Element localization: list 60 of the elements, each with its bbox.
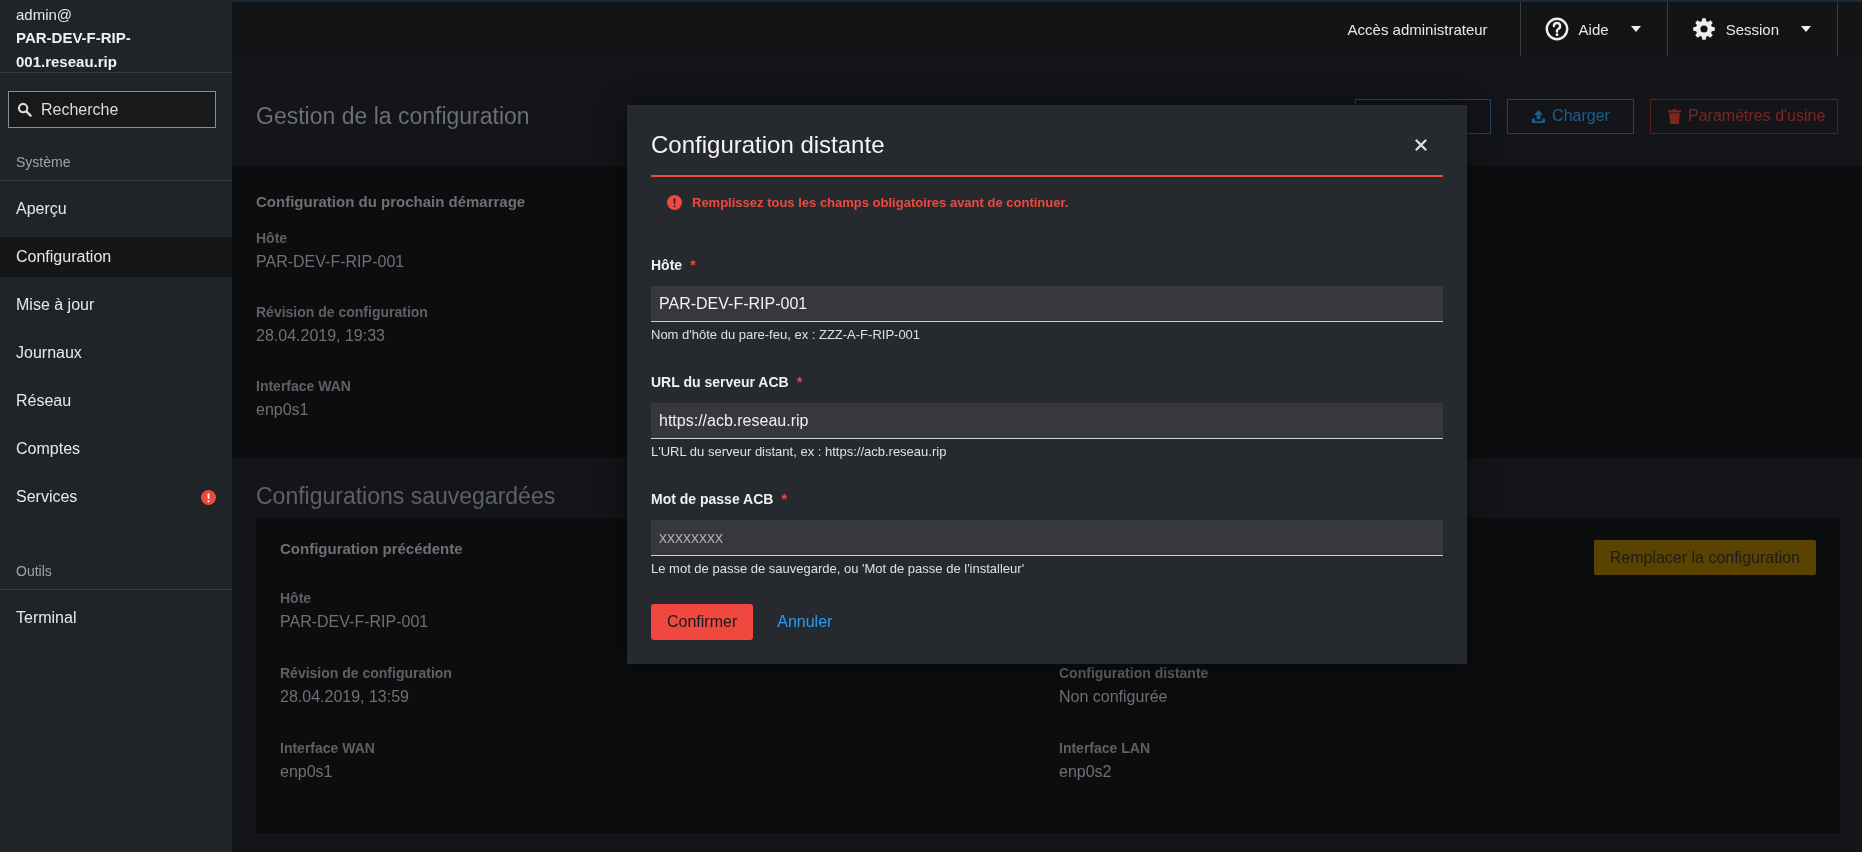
field-value: enp0s1 <box>256 400 309 420</box>
sidebar-item[interactable]: Réseau <box>0 381 232 421</box>
field-value: 28.04.2019, 19:33 <box>256 326 385 346</box>
required-mark: * <box>796 374 803 390</box>
confirm-button[interactable]: Confirmer <box>651 604 754 640</box>
input-field[interactable]: xxxxxxxx <box>651 520 1443 556</box>
cancel-link[interactable]: Annuler <box>777 613 833 631</box>
field-label: Interface LAN <box>1059 739 1151 758</box>
field-label: Révision de configuration <box>256 303 428 322</box>
upload-icon <box>1531 108 1547 124</box>
field-value: 28.04.2019, 13:59 <box>280 687 409 707</box>
field-label: Hôte <box>256 229 288 248</box>
card-title: Configuration précédente <box>280 540 463 557</box>
field-label: Interface WAN <box>280 739 375 758</box>
sidebar-item[interactable]: Mise à jour <box>0 285 232 325</box>
input-field[interactable]: PAR-DEV-F-RIP-001 <box>651 286 1443 322</box>
field-value: enp0s1 <box>280 762 333 782</box>
sidebar-item[interactable]: Aperçu <box>0 189 232 229</box>
required-mark: * <box>781 491 787 507</box>
close-icon[interactable] <box>1415 139 1427 151</box>
sidebar-item[interactable]: Services <box>0 477 232 517</box>
input-field[interactable]: https://acb.reseau.rip <box>651 403 1443 439</box>
caret-icon <box>1630 26 1641 32</box>
trash-icon <box>1667 108 1682 124</box>
help-icon <box>1544 17 1569 41</box>
field-value: PAR-DEV-F-RIP-001 <box>256 252 405 272</box>
sidebar-item[interactable]: Configuration <box>0 237 232 277</box>
admin-access-link[interactable]: Accès administrateur <box>1347 2 1521 56</box>
field-label: Mot de passe ACB <box>651 491 774 507</box>
field-label: Hôte <box>651 257 683 273</box>
field-label: Interface WAN <box>256 377 351 396</box>
error-message: Remplissez tous les champs obligatoires avant de continuer. <box>692 195 1069 210</box>
field-hint: Le mot de passe de sauvegarde, ou 'Mot de passe de l'installeur' <box>651 561 1026 576</box>
sidebar-item[interactable]: Terminal <box>0 598 232 638</box>
section-title: Configurations sauvegardées <box>256 483 556 510</box>
sidebar-item[interactable]: Comptes <box>0 429 232 469</box>
field-label: Hôte <box>280 589 312 608</box>
field-label: Configuration distante <box>1059 664 1209 683</box>
gear-icon <box>1691 17 1716 41</box>
alert-icon <box>201 489 216 505</box>
dialog-title: Configuration distante <box>651 131 885 159</box>
panel-title: Configuration du prochain démarrage <box>256 193 526 210</box>
field-value: enp0s2 <box>1059 762 1112 782</box>
field-hint: L'URL du serveur distant, ex : https://acb.reseau.rip <box>651 444 948 459</box>
menu-button[interactable]: Session <box>1667 2 1838 56</box>
search-field[interactable]: Recherche <box>8 91 216 128</box>
sidebar-item[interactable]: Journaux <box>0 333 232 373</box>
section-title: Outils <box>0 537 232 590</box>
field-value: Non configurée <box>1059 687 1168 707</box>
required-mark: * <box>690 257 696 273</box>
host-name: PAR-DEV-F-RIP-001.reseau.rip <box>16 28 132 72</box>
user-name: admin@ <box>16 5 74 25</box>
error-icon <box>667 195 682 210</box>
field-label: URL du serveur ACB <box>651 374 789 390</box>
caret-icon <box>1801 26 1811 32</box>
page-title: Gestion de la configuration <box>256 102 530 130</box>
field-label: Révision de configuration <box>280 664 452 683</box>
field-value: PAR-DEV-F-RIP-001 <box>280 612 429 632</box>
menu-button[interactable]: Aide <box>1520 2 1668 56</box>
field-hint: Nom d'hôte du pare-feu, ex : ZZZ-A-F-RIP-001 <box>651 327 922 342</box>
